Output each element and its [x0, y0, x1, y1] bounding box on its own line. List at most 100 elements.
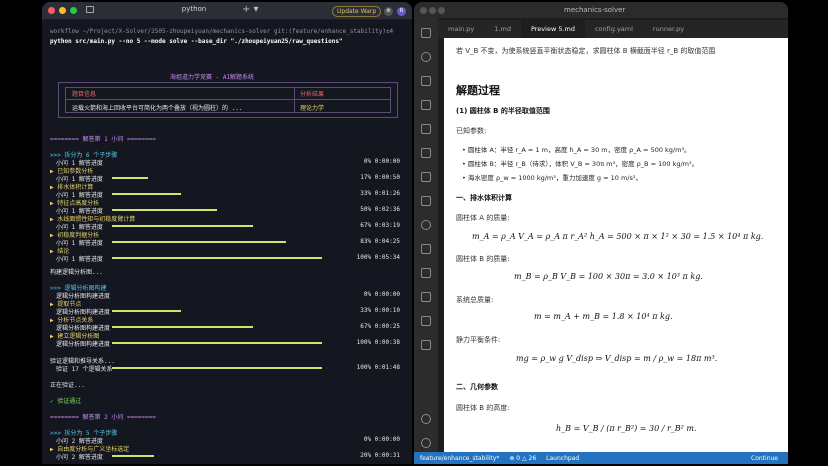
- heading-part-1: (1) 圆柱体 B 的半径取值范围: [456, 107, 550, 115]
- verify-progress-pct: 100% 0:01:48: [356, 364, 400, 371]
- new-tab-icon[interactable]: + ▾: [242, 4, 259, 15]
- height-label: 圆柱体 B 的高度:: [456, 404, 510, 412]
- settings-icon[interactable]: ⚙: [384, 7, 393, 16]
- progress-bar: [112, 455, 154, 457]
- window-title: mechanics-solver: [564, 6, 626, 14]
- editor-titlebar: mechanics-solver: [414, 2, 788, 18]
- progress-pct: 33% 0:00:10: [360, 307, 400, 314]
- database-icon[interactable]: [421, 268, 431, 278]
- table-cell-result: 理论力学: [300, 105, 325, 112]
- prompt-line: workflow ~/Project/X-Solver/2505-zhoupei…: [50, 28, 394, 35]
- update-button[interactable]: Update Warp: [332, 6, 382, 17]
- timeline-icon[interactable]: [421, 292, 431, 302]
- total-mass-equation: m = m_A + m_B = 1.8 × 10⁴ π kg.: [534, 312, 673, 321]
- mass-a-label: 圆柱体 A 的质量:: [456, 214, 510, 222]
- verify-progress-bar: [112, 367, 322, 369]
- explorer-icon[interactable]: [421, 28, 431, 38]
- progress-pct: 0% 0:00:00: [363, 158, 400, 165]
- static-label: 静力平衡条件:: [456, 336, 501, 344]
- table-header-right: 分析结果: [300, 91, 325, 98]
- editor-window: mechanics-solver main.py 1.md Preview 5.…: [414, 2, 788, 464]
- progress-pct: 20% 0:00:31: [360, 452, 400, 459]
- testing-icon[interactable]: [421, 172, 431, 182]
- progress-bar: [112, 241, 287, 243]
- extensions-icon[interactable]: [421, 124, 431, 134]
- list-item: • 圆柱体 A：半径 r_A = 1 m，高度 h_A = 30 m，密度 ρ_…: [462, 146, 691, 154]
- tab-main-py[interactable]: main.py: [438, 20, 484, 38]
- progress-bar: [112, 177, 148, 179]
- gear-icon[interactable]: [421, 438, 431, 448]
- notebook-icon[interactable]: [421, 340, 431, 350]
- heading-solution-process: 解题过程: [456, 84, 500, 97]
- mass-b-label: 圆柱体 B 的质量:: [456, 255, 510, 263]
- terminal-titlebar: python + ▾ Update Warp ⚙ R: [42, 2, 412, 20]
- copilot-icon[interactable]: [421, 316, 431, 326]
- progress-bar: [112, 326, 253, 328]
- list-item: • 圆柱体 B：半径 r_B（待求），体积 V_B = 30π m³，密度 ρ_…: [462, 160, 699, 168]
- verifying-line: 正在验证...: [50, 382, 85, 389]
- run-debug-icon[interactable]: [421, 100, 431, 110]
- account-icon[interactable]: [421, 414, 431, 424]
- minimize-window-icon[interactable]: [59, 7, 66, 14]
- progress-bar: [112, 310, 182, 312]
- section-header-2: ======== 解答第 2 小问 ========: [50, 414, 156, 421]
- chat-icon[interactable]: [421, 220, 431, 230]
- mass-b-equation: m_B = ρ_B V_B = 100 × 30π = 3.0 × 10³ π …: [514, 272, 703, 281]
- known-params-label: 已知参数:: [456, 127, 487, 135]
- launchpad-button[interactable]: Launchpad: [546, 455, 579, 462]
- progress-pct: 17% 0:00:50: [360, 174, 400, 181]
- avatar[interactable]: R: [397, 7, 406, 16]
- terminal-window: python + ▾ Update Warp ⚙ R workflow ~/Pr…: [42, 2, 412, 464]
- branch-indicator[interactable]: feature/enhance_stability*: [420, 455, 499, 462]
- tab-1-md[interactable]: 1.md: [484, 20, 521, 38]
- markdown-preview[interactable]: 若 V_B 不变，为使系统竖直平衡状态稳定，求圆柱体 B 横截面半径 r_B 的…: [444, 38, 788, 452]
- verify-progress-label: 验证 17 个逻辑关系: [56, 366, 113, 373]
- progress-pct: 100% 0:00:38: [356, 339, 400, 346]
- progress-pct: 67% 0:03:19: [360, 222, 400, 229]
- progress-pct: 67% 0:00:25: [360, 323, 400, 330]
- progress-bar: [112, 193, 182, 195]
- problem-info-table: 题目信息 分析结果 运载火箭和海上回收平台可简化为两个叠放（视为圆柱）的 ...…: [58, 82, 398, 118]
- maximize-window-icon[interactable]: [438, 7, 445, 14]
- minimize-window-icon[interactable]: [429, 7, 436, 14]
- command-line: python src/main.py --no 5 --mode solve -…: [50, 38, 343, 45]
- terminal-tab-title[interactable]: python: [134, 5, 254, 13]
- banner-title: 海姐道力学竞赛 - AI解题系统: [170, 74, 255, 81]
- tab-preview-5-md[interactable]: Preview 5.md: [520, 20, 585, 38]
- progress-pct: 33% 0:01:26: [360, 190, 400, 197]
- activity-bar: [414, 18, 438, 452]
- tab-config-yaml[interactable]: config.yaml: [585, 20, 643, 38]
- progress-pct: 0% 0:00:00: [363, 291, 400, 298]
- progress-bar: [112, 257, 322, 259]
- sidebar-toggle-icon[interactable]: [86, 6, 94, 13]
- progress-bar: [112, 225, 253, 227]
- source-control-icon[interactable]: [421, 76, 431, 86]
- remote-icon[interactable]: [421, 148, 431, 158]
- mass-a-equation: m_A = ρ_A V_A = ρ_A π r_A² h_A = 500 × π…: [472, 232, 764, 241]
- static-equation: mg = ρ_w g V_disp ⇒ V_disp = m / ρ_w = 1…: [516, 354, 718, 363]
- table-header-left: 题目信息: [72, 91, 97, 98]
- progress-bar: [112, 342, 322, 344]
- continue-button[interactable]: Continue: [751, 455, 778, 462]
- verify-pass-line: ✓ 验证通过: [50, 398, 82, 405]
- close-window-icon[interactable]: [48, 7, 55, 14]
- problems-indicator[interactable]: ⊗ 0 △ 26: [509, 455, 536, 462]
- search-icon[interactable]: [421, 52, 431, 62]
- progress-pct: 100% 0:05:34: [356, 254, 400, 261]
- progress-pct: 83% 0:04:25: [360, 238, 400, 245]
- progress-bar: [112, 209, 217, 211]
- heading-geometry: 二、几何参数: [456, 383, 498, 391]
- list-item: • 海水密度 ρ_w = 1000 kg/m³，重力加速度 g = 10 m/s…: [462, 174, 642, 182]
- maximize-window-icon[interactable]: [70, 7, 77, 14]
- problem-statement: 若 V_B 不变，为使系统竖直平衡状态稳定，求圆柱体 B 横截面半径 r_B 的…: [456, 47, 716, 55]
- tab-runner-py[interactable]: runner.py: [643, 20, 694, 38]
- build-graph-line: 构建逻辑分析图...: [50, 269, 103, 276]
- height-equation: h_B = V_B / (π r_B²) = 30 / r_B² m.: [556, 424, 697, 433]
- docker-icon[interactable]: [421, 196, 431, 206]
- close-window-icon[interactable]: [420, 7, 427, 14]
- status-bar: feature/enhance_stability* ⊗ 0 △ 26 Laun…: [414, 452, 788, 464]
- editor-tabs: main.py 1.md Preview 5.md config.yaml ru…: [438, 20, 788, 38]
- puzzle-icon[interactable]: [421, 244, 431, 254]
- terminal-output[interactable]: workflow ~/Project/X-Solver/2505-zhoupei…: [42, 22, 412, 464]
- section-header-1: ======== 解答第 1 小问 ========: [50, 136, 156, 143]
